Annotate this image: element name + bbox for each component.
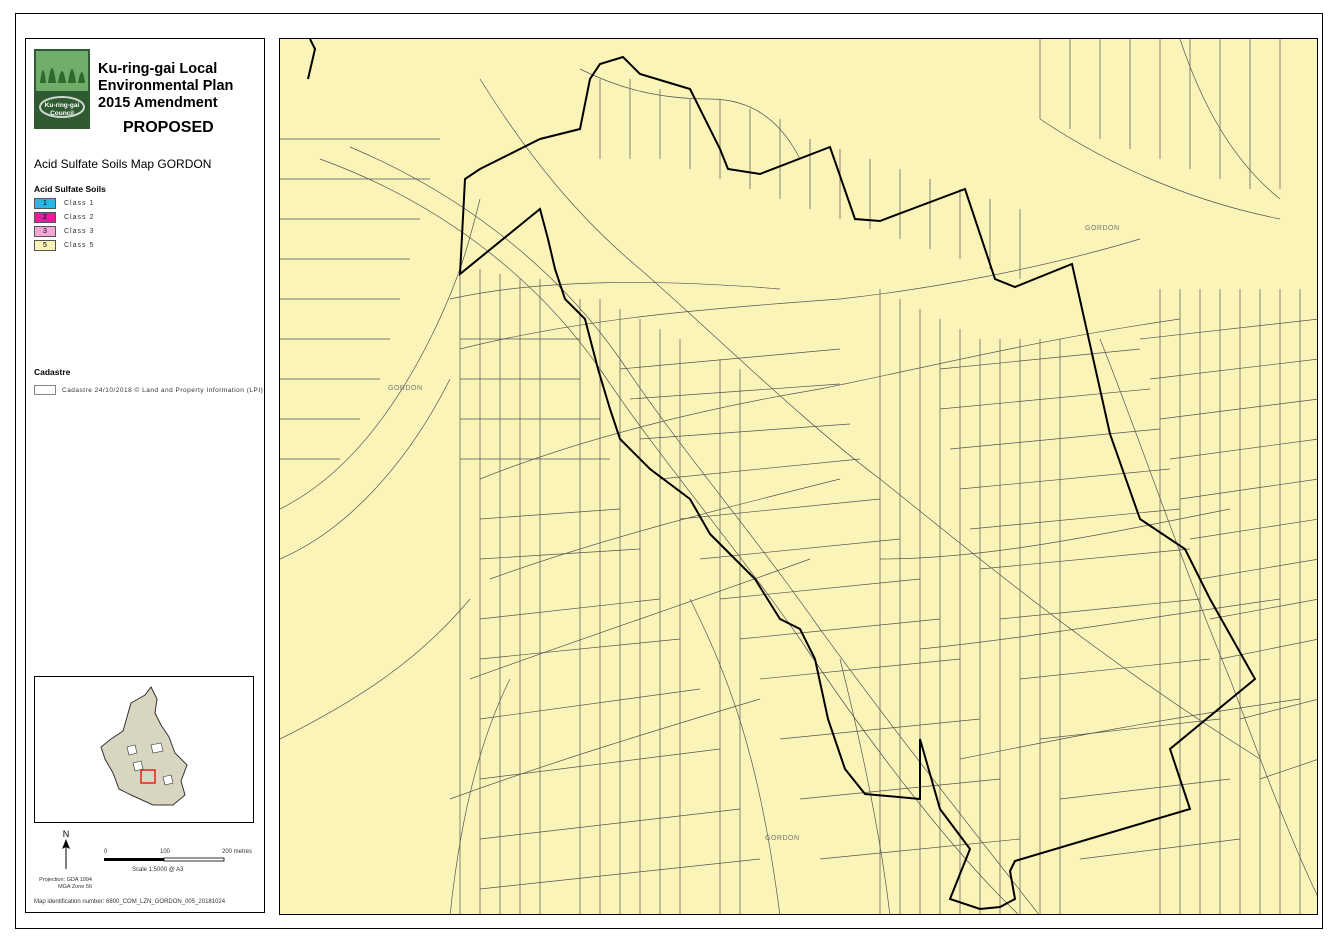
class-1-swatch: 1	[34, 197, 56, 209]
map-name: Acid Sulfate Soils Map GORDON	[34, 157, 212, 171]
cadastre-label: Cadastre 24/10/2018 © Land and Property …	[62, 386, 264, 394]
scale-tick-100: 100	[160, 849, 171, 855]
class-5-area	[280, 39, 1317, 914]
title-line-2: Environmental Plan	[98, 78, 234, 94]
main-map: GORDON GORDON GORDON	[279, 38, 1318, 915]
soils-legend-heading: Acid Sulfate Soils	[34, 184, 106, 194]
logo-text-1: Ku-ring-gai	[45, 102, 80, 109]
projection-line-2: MGA Zone 56	[58, 884, 92, 890]
class-5-swatch: 5	[34, 239, 56, 251]
suburb-label-3: GORDON	[765, 835, 800, 842]
cadastre-swatch	[34, 385, 56, 395]
cadastre-heading: Cadastre	[34, 367, 71, 377]
legend-class-1: 1 Class 1	[34, 197, 94, 209]
legend-class-5: 5 Class 5	[34, 239, 94, 251]
projection-line-1: Projection: GDA 1994	[39, 877, 92, 883]
map-title: Ku-ring-gai Local Environmental Plan 201…	[98, 61, 258, 112]
scale-tick-200: 200 metres	[222, 849, 253, 855]
class-1-label: Class 1	[64, 199, 95, 207]
logo-text-2: Council	[50, 110, 74, 117]
lga-outline	[100, 686, 188, 806]
title-line-1: Ku-ring-gai Local	[98, 61, 218, 77]
legend-cadastre: Cadastre 24/10/2018 © Land and Property …	[34, 385, 263, 395]
class-5-label: Class 5	[64, 241, 95, 249]
suburb-label-2: GORDON	[388, 385, 423, 392]
suburb-label-1: GORDON	[1085, 225, 1120, 232]
class-2-label: Class 2	[64, 213, 95, 221]
north-arrow: N	[54, 829, 78, 877]
legend-panel: Ku-ring-gai Council Ku-ring-gai Local En…	[25, 38, 265, 913]
class-3-swatch: 3	[34, 225, 56, 237]
council-logo: Ku-ring-gai Council	[34, 49, 90, 129]
map-identification: Map identification number: 6800_COM_LZN_…	[34, 899, 226, 905]
cadastre-map	[280, 39, 1317, 914]
class-3-label: Class 3	[64, 227, 95, 235]
legend-class-2: 2 Class 2	[34, 211, 94, 223]
scale-bar: 0 100 200 metres Scale 1:5000 @ A3	[104, 847, 264, 887]
scale-tick-0: 0	[104, 849, 108, 855]
legend-class-3: 3 Class 3	[34, 225, 94, 237]
north-label: N	[62, 829, 70, 839]
scale-text: Scale 1:5000 @ A3	[132, 867, 184, 873]
locator-inset-map	[34, 676, 254, 823]
projection-note: Projection: GDA 1994 MGA Zone 56	[32, 877, 92, 891]
class-2-swatch: 2	[34, 211, 56, 223]
status-label: PROPOSED	[123, 119, 214, 136]
title-line-3: 2015 Amendment	[98, 95, 218, 111]
